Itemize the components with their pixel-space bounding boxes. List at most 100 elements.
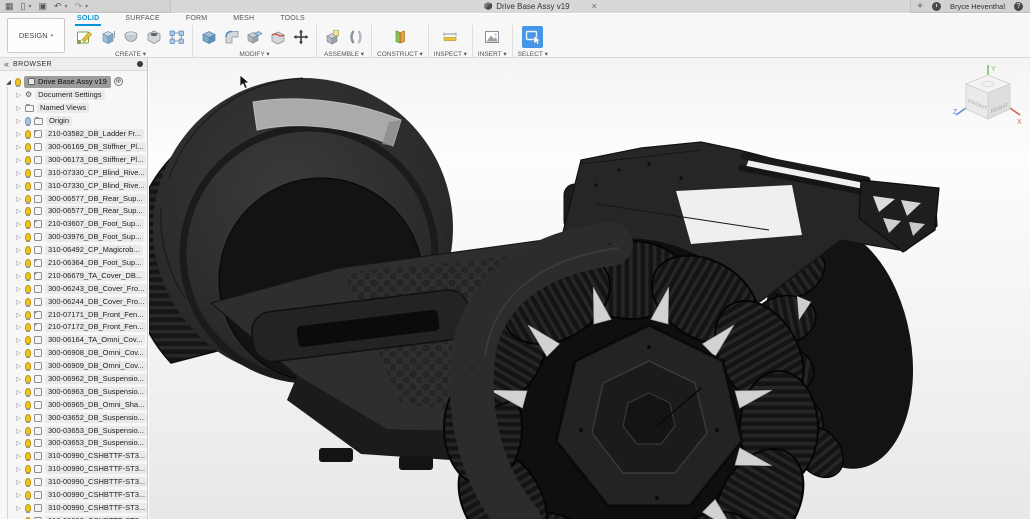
- tree-row-component[interactable]: ▷ 300-06169_DB_Stiffner_Pl...: [3, 141, 147, 154]
- undo-icon[interactable]: ↶: [54, 1, 62, 11]
- visibility-bulb-icon[interactable]: [25, 181, 31, 191]
- app-grid-icon[interactable]: ▦: [5, 1, 14, 11]
- visibility-bulb-icon[interactable]: [15, 77, 21, 87]
- expand-triangle-icon[interactable]: ▷: [15, 323, 22, 331]
- expand-triangle-icon[interactable]: ▷: [15, 195, 22, 203]
- visibility-bulb-icon[interactable]: [25, 452, 31, 462]
- construct-plane-icon[interactable]: [389, 26, 410, 48]
- expand-triangle-icon[interactable]: ▷: [15, 478, 22, 486]
- tree-row-component[interactable]: ▷ 310-06492_CP_Magicrob...: [3, 244, 147, 257]
- save-icon[interactable]: ▣: [38, 1, 47, 11]
- visibility-bulb-icon[interactable]: [25, 310, 31, 320]
- tree-row-component[interactable]: ▷ 300-06908_DB_Omni_Cov...: [3, 347, 147, 360]
- move-icon[interactable]: [290, 26, 311, 48]
- visibility-bulb-icon[interactable]: [25, 465, 31, 475]
- expand-triangle-icon[interactable]: ▷: [15, 311, 22, 319]
- visibility-bulb-icon[interactable]: [25, 271, 31, 281]
- visibility-bulb-icon[interactable]: [25, 130, 31, 140]
- visibility-bulb-icon[interactable]: [25, 246, 31, 256]
- tree-row-component[interactable]: ▷ 300-06244_DB_Cover_Fro...: [3, 295, 147, 308]
- expand-triangle-icon[interactable]: ▷: [15, 401, 22, 409]
- expand-triangle-icon[interactable]: ▷: [15, 491, 22, 499]
- visibility-bulb-icon[interactable]: [25, 426, 31, 436]
- tree-row-component[interactable]: ▷ 300-06909_DB_Omni_Cov...: [3, 360, 147, 373]
- visibility-bulb-icon[interactable]: [25, 478, 31, 488]
- group-insert-label[interactable]: INSERT ▾: [478, 50, 507, 58]
- close-tab-button[interactable]: ×: [592, 1, 597, 11]
- sketch-pattern-icon[interactable]: [166, 26, 187, 48]
- tree-row-component[interactable]: ▷ 210-07172_DB_Front_Fen...: [3, 321, 147, 334]
- expand-triangle-icon[interactable]: ▷: [15, 388, 22, 396]
- tree-row-root[interactable]: ◢ Drive Base Assy v19 ⊕: [3, 74, 147, 89]
- redo-caret-icon[interactable]: ▾: [85, 3, 88, 10]
- tree-row-component[interactable]: ▷ 300-03653_DB_Suspensio...: [3, 437, 147, 450]
- tree-row-document-settings[interactable]: ▷ ⚙ Document Settings: [3, 89, 147, 102]
- visibility-bulb-icon[interactable]: [25, 207, 31, 217]
- tree-row-component[interactable]: ▷ 300-06577_DB_Rear_Sup...: [3, 205, 147, 218]
- tree-row-component[interactable]: ▷ 300-06962_DB_Suspensio...: [3, 373, 147, 386]
- tree-row-component[interactable]: ▷ 300-06577_DB_Rear_Sup...: [3, 192, 147, 205]
- expand-triangle-icon[interactable]: ▷: [15, 504, 22, 512]
- visibility-bulb-icon[interactable]: [25, 362, 31, 372]
- expand-triangle-icon[interactable]: ▷: [15, 375, 22, 383]
- shell-icon[interactable]: [267, 26, 288, 48]
- tree-row-component[interactable]: ▷ 300-03976_DB_Foot_Sup...: [3, 231, 147, 244]
- tree-row-component[interactable]: ▷ 300-06243_DB_Cover_Fro...: [3, 282, 147, 295]
- expand-triangle-icon[interactable]: ▷: [15, 427, 22, 435]
- new-tab-button[interactable]: +: [917, 1, 923, 12]
- tree-row-component[interactable]: ▷ 300-06963_DB_Suspensio...: [3, 385, 147, 398]
- root-options-icon[interactable]: ⊕: [113, 77, 123, 86]
- visibility-bulb-icon[interactable]: [25, 194, 31, 204]
- visibility-bulb-icon[interactable]: [25, 439, 31, 449]
- design-workspace-button[interactable]: DESIGN ▾: [7, 18, 65, 53]
- expand-triangle-icon[interactable]: ▷: [15, 465, 22, 473]
- visibility-bulb-icon[interactable]: [25, 284, 31, 294]
- document-tab[interactable]: Drive Base Assy v19 ×: [170, 0, 912, 13]
- visibility-bulb-icon[interactable]: [25, 155, 31, 165]
- viewport-canvas[interactable]: Y Z X FRONT RIGHT: [149, 58, 1030, 519]
- tree-row-component[interactable]: ▷ 310-00990_CSHBTTF-ST3...: [3, 489, 147, 502]
- visibility-bulb-icon[interactable]: [25, 336, 31, 346]
- combine-icon[interactable]: [244, 26, 265, 48]
- tree-row-component[interactable]: ▷ 300-06173_DB_Stiffner_Pl...: [3, 153, 147, 166]
- tree-row-component[interactable]: ▷ 300-03653_DB_Suspensio...: [3, 424, 147, 437]
- expand-triangle-icon[interactable]: ▷: [15, 272, 22, 280]
- insert-image-icon[interactable]: [482, 26, 503, 48]
- expand-triangle-icon[interactable]: ▷: [15, 259, 22, 267]
- expand-triangle-icon[interactable]: ▷: [15, 246, 22, 254]
- tree-row-component[interactable]: ▷ 300-06965_DB_Omni_Sha...: [3, 398, 147, 411]
- expand-triangle-icon[interactable]: ▷: [15, 156, 22, 164]
- expand-triangle-icon[interactable]: ▷: [15, 452, 22, 460]
- expand-triangle-icon[interactable]: ▷: [15, 349, 22, 357]
- visibility-bulb-icon[interactable]: [25, 387, 31, 397]
- tree-row-component[interactable]: ▷ 210-03582_DB_Ladder Fr...: [3, 128, 147, 141]
- expand-triangle-icon[interactable]: ▷: [15, 285, 22, 293]
- redo-icon[interactable]: ↷: [75, 1, 83, 11]
- visibility-bulb-icon[interactable]: [25, 375, 31, 385]
- visibility-bulb-icon[interactable]: [25, 259, 31, 269]
- tree-row-component[interactable]: ▷ 310-00990_CSHBTTF-ST3...: [3, 502, 147, 515]
- visibility-bulb-icon[interactable]: [25, 297, 31, 307]
- group-construct-label[interactable]: CONSTRUCT ▾: [377, 50, 423, 58]
- measure-icon[interactable]: [440, 26, 461, 48]
- visibility-bulb-icon[interactable]: [25, 323, 31, 333]
- tree-row-component[interactable]: ▷ 310-07330_CP_Blind_Rive...: [3, 179, 147, 192]
- tree-row-component[interactable]: ▷ 210-06364_DB_Foot_Sup...: [3, 257, 147, 270]
- tree-row-origin[interactable]: ▷ Origin: [3, 115, 147, 128]
- visibility-bulb-icon[interactable]: [25, 349, 31, 359]
- tree-row-component[interactable]: ▷ 210-06679_TA_Cover_DB...: [3, 269, 147, 282]
- create-sketch-icon[interactable]: [74, 26, 95, 48]
- hole-icon[interactable]: [143, 26, 164, 48]
- tree-row-component[interactable]: ▷ 310-00990_CSHBTTF-ST3...: [3, 463, 147, 476]
- group-modify-label[interactable]: MODIFY ▾: [239, 50, 269, 58]
- visibility-bulb-icon[interactable]: [25, 491, 31, 501]
- expand-triangle-icon[interactable]: ▷: [15, 117, 22, 125]
- expand-triangle-icon[interactable]: ▷: [15, 104, 22, 112]
- press-pull-icon[interactable]: [198, 26, 219, 48]
- select-tool-icon[interactable]: [522, 26, 544, 48]
- file-menu-icon[interactable]: ▯: [21, 1, 26, 11]
- undo-caret-icon[interactable]: ▾: [65, 3, 68, 10]
- visibility-bulb-icon[interactable]: [25, 400, 31, 410]
- tree-row-component[interactable]: ▷ 310-07330_CP_Blind_Rive...: [3, 166, 147, 179]
- expand-triangle-icon[interactable]: ▷: [15, 130, 22, 138]
